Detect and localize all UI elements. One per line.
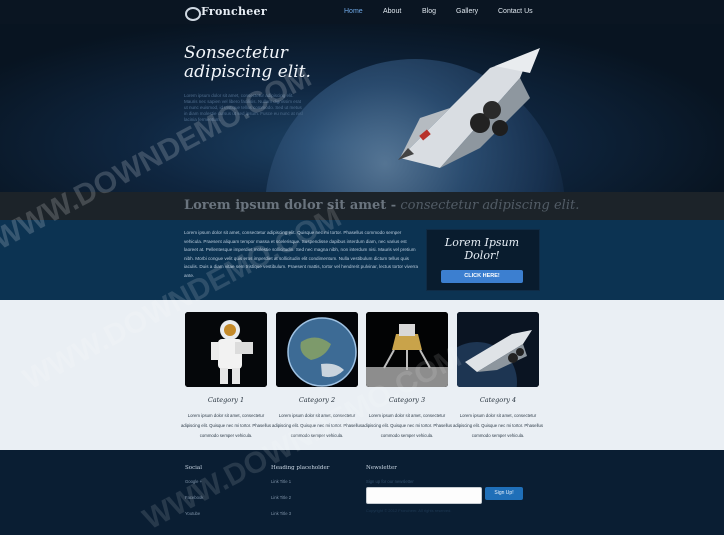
- nav-home[interactable]: Home: [344, 8, 363, 15]
- earth-icon: [276, 312, 358, 387]
- footer-link-google[interactable]: Google +: [185, 479, 202, 484]
- newsletter-heading: Newsletter: [366, 465, 397, 471]
- nav-about[interactable]: About: [383, 8, 401, 15]
- intro-body: Lorem ipsum dolor sit amet, consectetur …: [184, 230, 419, 278]
- newsletter-email-input[interactable]: [366, 487, 482, 504]
- hero-banner: [0, 24, 724, 192]
- nav-blog[interactable]: Blog: [422, 8, 436, 15]
- click-here-button[interactable]: CLICK HERE!: [441, 270, 523, 283]
- footer-link-1[interactable]: Link Title 1: [271, 479, 291, 484]
- hero-title: Sonsectetur adipiscing elit.: [184, 43, 311, 82]
- category-2-image[interactable]: [276, 312, 358, 387]
- nav-gallery[interactable]: Gallery: [456, 8, 478, 15]
- astronaut-icon: [185, 312, 267, 387]
- footer-links-heading: Heading placeholder: [271, 465, 330, 471]
- footer-social-heading: Social: [185, 465, 202, 471]
- category-3-title[interactable]: Category 3: [366, 396, 448, 404]
- category-4-image[interactable]: [457, 312, 539, 387]
- newsletter-subtext: Sign up for our newsletter: [366, 479, 414, 484]
- lunar-lander-icon: [366, 312, 448, 387]
- category-3-image[interactable]: [366, 312, 448, 387]
- category-1-image[interactable]: [185, 312, 267, 387]
- logo-icon[interactable]: [185, 7, 201, 21]
- promo-title: Lorem Ipsum Dolor!: [444, 236, 520, 262]
- category-2-title[interactable]: Category 2: [276, 396, 358, 404]
- footer-link-2[interactable]: Link Title 2: [271, 495, 291, 500]
- category-1-title[interactable]: Category 1: [185, 396, 267, 404]
- logo[interactable]: Froncheer: [201, 5, 267, 18]
- footer-link-3[interactable]: Link Title 3: [271, 511, 291, 516]
- space-shuttle-image: [398, 48, 540, 168]
- category-1-text: Lorem ipsum dolor sit amet, consectetur …: [180, 413, 272, 438]
- space-shuttle-icon: [457, 312, 539, 387]
- category-3-text: Lorem ipsum dolor sit amet, consectetur …: [361, 413, 453, 438]
- category-4-text: Lorem ipsum dolor sit amet, consectetur …: [452, 413, 544, 438]
- hero-body: Lorem ipsum dolor sit amet, consectetur …: [184, 93, 303, 122]
- tagline: Lorem ipsum dolor sit amet - consectetur…: [184, 198, 580, 213]
- category-2-text: Lorem ipsum dolor sit amet, consectetur …: [271, 413, 363, 438]
- footer-link-facebook[interactable]: Facebook: [185, 495, 203, 500]
- nav-contact[interactable]: Contact Us: [498, 8, 533, 15]
- copyright-text: Copyright © 2012 Froncheer. All rights r…: [366, 508, 452, 513]
- newsletter-signup-button[interactable]: Sign Up!: [485, 487, 523, 500]
- category-4-title[interactable]: Category 4: [457, 396, 539, 404]
- footer-link-youtube[interactable]: Youtube: [185, 511, 200, 516]
- footer: [0, 450, 724, 535]
